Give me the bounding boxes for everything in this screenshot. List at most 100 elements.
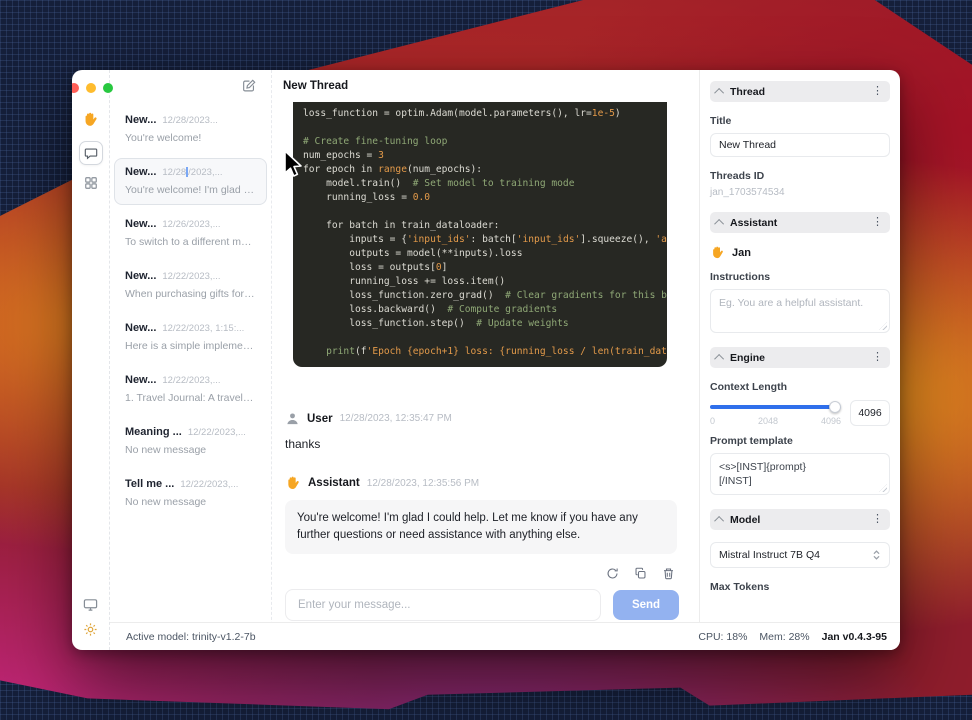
code-line: inputs = {'input_ids': batch['input_ids'… [303, 234, 667, 245]
thread-list-item[interactable]: New... 12/28/2023... You're welcome! [114, 106, 267, 153]
message-role: Assistant [308, 477, 360, 489]
message-role: User [307, 412, 333, 425]
thread-preview: Here is a simple implementati... [125, 340, 256, 352]
kebab-menu-icon[interactable]: ⋮ [872, 217, 883, 228]
kebab-menu-icon[interactable]: ⋮ [872, 86, 883, 97]
message-input[interactable] [285, 589, 601, 621]
thread-preview: You're welcome! [125, 132, 202, 144]
chevron-up-icon [714, 515, 725, 526]
assistant-avatar-wave-icon [288, 476, 299, 489]
thread-list-item[interactable]: New... 12/26/2023,... To switch to a dif… [114, 210, 267, 257]
instructions-textarea[interactable]: Eg. You are a helpful assistant. [710, 289, 890, 333]
nav-settings[interactable] [83, 622, 98, 637]
slider-track [710, 405, 841, 409]
instructions-placeholder: Eg. You are a helpful assistant. [719, 297, 864, 309]
code-line: loss.backward() # Compute gradients [303, 304, 558, 315]
active-model-status: Active model: trinity-v1.2-7b [126, 630, 256, 643]
nav-system-monitor[interactable] [83, 597, 98, 612]
regenerate-icon [607, 568, 618, 579]
context-length-slider[interactable] [710, 400, 841, 414]
message-text: You're welcome! I'm glad I could help. L… [285, 500, 677, 554]
resize-handle[interactable] [879, 322, 887, 330]
thread-list-item[interactable]: New... 12/22/2023, 1:15:... Here is a si… [114, 314, 267, 361]
thread-title: Meaning ... [125, 426, 182, 438]
delete-button[interactable] [662, 567, 675, 580]
chevron-up-icon [714, 87, 725, 98]
minimize-window-button[interactable] [85, 83, 96, 93]
section-header-engine[interactable]: Engine ⋮ [710, 347, 890, 368]
chat-input-row: Send [285, 589, 679, 621]
send-button[interactable]: Send [613, 590, 679, 620]
code-block: loss_function = optim.Adam(model.paramet… [293, 102, 667, 367]
gear-icon [84, 623, 97, 636]
thread-title: New... [125, 166, 157, 178]
thread-title: Tell me ... [125, 478, 175, 490]
kebab-menu-icon[interactable]: ⋮ [872, 352, 883, 363]
memory-status: Mem: 28% [759, 630, 810, 643]
code-line: # Create fine-tuning loop [303, 136, 448, 147]
code-line: loss_function.step() # Update weights [303, 318, 569, 329]
thread-list-item[interactable]: New... 12/22/2023,... 1. Travel Journal:… [114, 366, 267, 413]
section-header-assistant[interactable]: Assistant ⋮ [710, 212, 890, 233]
page-title: New Thread [283, 80, 349, 92]
thread-list-item[interactable]: Meaning ... 12/22/2023,... No new messag… [114, 418, 267, 465]
copy-button[interactable] [634, 567, 647, 580]
code-line: loss_function.zero_grad() # Clear gradie… [303, 290, 667, 301]
new-thread-button[interactable] [241, 78, 257, 94]
code-line: num_epochs = 3 [303, 150, 384, 161]
monitor-icon [83, 599, 98, 611]
thread-date: 12/22/2023,... [162, 375, 221, 386]
section-title: Thread [730, 85, 766, 98]
context-length-label: Context Length [710, 381, 787, 393]
tick-max: 4096 [820, 416, 841, 426]
wave-icon [713, 246, 723, 259]
section-title: Assistant [730, 216, 778, 229]
model-select[interactable]: Mistral Instruct 7B Q4 [710, 542, 890, 568]
section-title: Model [730, 513, 761, 526]
thread-date: 12/28/2023... [162, 115, 218, 126]
code-line: model.train() # Set model to training mo… [303, 178, 575, 189]
kebab-menu-icon[interactable]: ⋮ [872, 514, 883, 525]
section-header-model[interactable]: Model ⋮ [710, 509, 890, 530]
context-length-value[interactable]: 4096 [850, 400, 890, 426]
thread-list-panel: New... 12/28/2023... You're welcome! New… [110, 70, 272, 650]
thread-preview: You're welcome! I'm glad I cou... [125, 184, 256, 196]
close-window-button[interactable] [72, 83, 79, 93]
thread-date: 12/28/2023,... [162, 167, 223, 178]
thread-title-input[interactable] [710, 133, 890, 157]
status-bar: Active model: trinity-v1.2-7b CPU: 18% M… [110, 622, 900, 650]
traffic-lights [72, 83, 113, 93]
section-header-thread[interactable]: Thread ⋮ [710, 81, 890, 102]
thread-list-item[interactable]: New... 12/28/2023,... You're welcome! I'… [114, 158, 267, 205]
user-avatar [287, 413, 298, 425]
thread-list-item[interactable]: Tell me ... 12/22/2023,... No new messag… [114, 470, 267, 517]
title-label: Title [710, 115, 732, 127]
nav-hub-grid[interactable] [84, 176, 98, 190]
chat-bubble-icon [84, 148, 97, 160]
tick-min: 0 [710, 416, 716, 426]
regenerate-button[interactable] [606, 567, 619, 580]
code-line: for epoch in range(num_epochs): [303, 164, 483, 175]
cpu-status: CPU: 18% [698, 630, 748, 643]
code-line: running_loss = 0.0 [303, 192, 431, 203]
nav-chat-active[interactable] [78, 141, 103, 165]
max-tokens-label: Max Tokens [710, 581, 770, 593]
chevron-up-icon [714, 218, 725, 229]
copy-icon [635, 567, 646, 579]
thread-list-item[interactable]: New... 12/22/2023,... When purchasing gi… [114, 262, 267, 309]
chevron-up-down-icon [873, 550, 880, 560]
section-title: Engine [730, 351, 766, 364]
thread-list-header [110, 70, 271, 102]
slider-knob[interactable] [829, 401, 841, 413]
prompt-template-textarea[interactable]: <s>[INST]{prompt} [/INST] [710, 453, 890, 495]
thread-title: New... [125, 270, 157, 282]
prompt-template-line2: [/INST] [719, 475, 752, 487]
settings-panel: Thread ⋮ Title Threads ID jan_1703574534… [700, 70, 900, 650]
code-line: loss_function = optim.Adam(model.paramet… [303, 108, 621, 119]
threads-id-value: jan_1703574534 [710, 187, 785, 198]
context-length-control: 0 2048 4096 4096 [710, 400, 890, 426]
app-window: New... 12/28/2023... You're welcome! New… [72, 70, 900, 650]
chevron-up-icon [714, 353, 725, 364]
